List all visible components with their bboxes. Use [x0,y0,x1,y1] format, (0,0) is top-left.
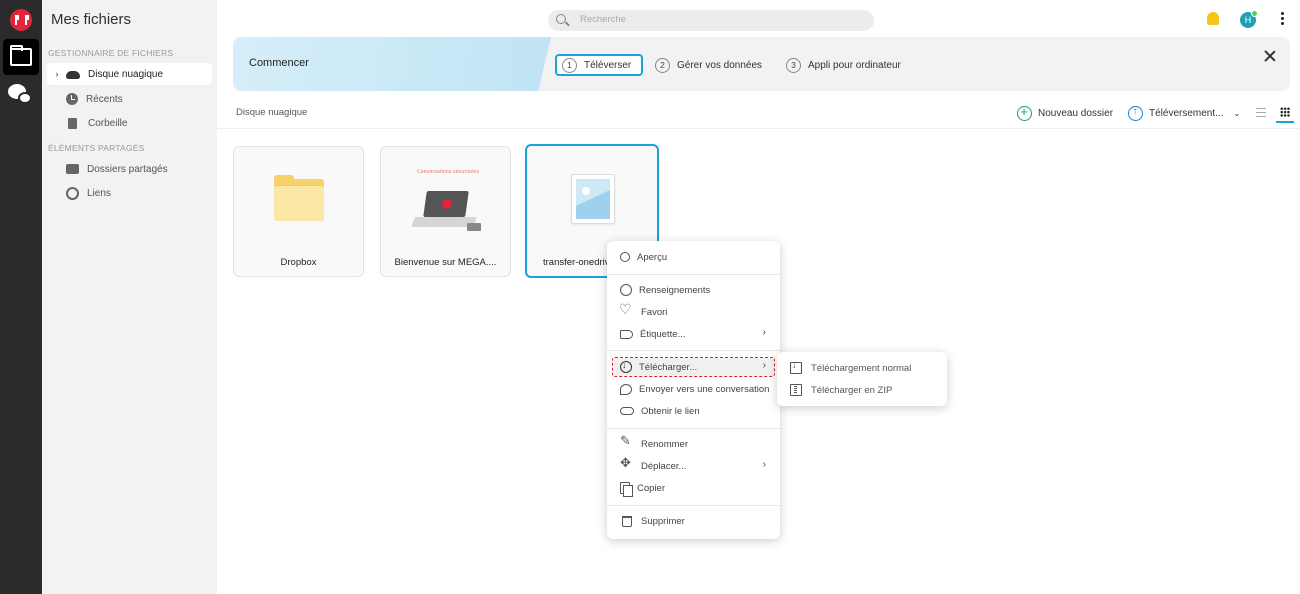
upload-arrow-icon [1128,105,1143,121]
left-rail [0,0,42,594]
chevron-right-icon: › [762,459,766,470]
chevron-right-icon: › [762,360,766,371]
menu-item-delete[interactable]: Supprimer [613,512,774,530]
sidebar-item-recents[interactable]: Récents [47,88,212,110]
file-card-welcome[interactable]: Conversations sécurisées Bienvenue sur M… [380,146,511,277]
sidebar-item-cloud-drive[interactable]: › Disque nuagique [47,63,212,85]
pencil-icon [620,433,634,451]
step-desktop-app[interactable]: 3 Appli pour ordinateur [786,54,901,76]
more-options-icon[interactable] [1281,12,1285,26]
menu-item-info[interactable]: Renseignements [613,281,774,299]
search-icon [556,14,566,24]
step-manage-data[interactable]: 2 Gérer vos données [655,54,762,76]
banner-title: Commencer [249,57,309,69]
shared-folder-icon [66,164,79,174]
sidebar-title: Mes fichiers [51,11,132,28]
image-file-icon [571,174,615,224]
link-icon [620,407,634,415]
sidebar: Mes fichiers GESTIONNAIRE DE FICHIERS › … [42,0,217,594]
menu-item-copy[interactable]: Copier [613,479,774,497]
close-icon[interactable] [1263,49,1277,63]
upload-button[interactable]: Téléversement... ⌄ [1128,104,1240,122]
app-window: Mes fichiers GESTIONNAIRE DE FICHIERS › … [0,0,1300,594]
heart-icon [619,301,634,319]
thumbnail-caption: Conversations sécurisées [417,169,480,175]
download-icon [620,360,632,373]
submenu-item-normal-download[interactable]: Téléchargement normal [785,359,911,377]
breadcrumb[interactable]: Disque nuagique [236,107,307,118]
submenu-item-zip-download[interactable]: Télécharger en ZIP [785,381,892,399]
avatar[interactable]: H [1240,10,1258,28]
link-icon [66,186,79,200]
chevron-down-icon: ⌄ [1233,108,1241,118]
clock-icon [66,93,78,105]
file-name: transfer-onedrive [543,257,615,268]
chat-nav-button[interactable] [8,84,34,106]
folder-icon [274,175,324,221]
info-icon [620,284,632,296]
divider [217,128,1300,129]
sidebar-item-label: Liens [87,187,111,199]
plus-circle-icon [1017,104,1032,121]
context-menu: Aperçu Renseignements Favori Étiquette..… [607,241,780,539]
folder-icon [10,45,32,66]
menu-item-move[interactable]: Déplacer... › [613,455,774,475]
menu-item-rename[interactable]: Renommer [613,433,774,453]
send-chat-icon [620,383,632,395]
chevron-right-icon[interactable]: › [52,69,62,79]
cloud-icon [66,71,80,79]
onboarding-banner: Commencer 1 Téléverser 2 Gérer vos donné… [233,37,1290,91]
menu-item-preview[interactable]: Aperçu [613,248,774,266]
step-label: Téléverser [584,59,632,71]
laptop-thumbnail: Conversations sécurisées [397,167,495,247]
step-label: Gérer vos données [677,59,763,71]
file-name: Bienvenue sur MEGA.... [394,257,497,268]
chevron-right-icon: › [762,327,766,338]
download-submenu: Téléchargement normal Télécharger en ZIP [777,352,947,406]
section-shared-items: ÉLÉMENTS PARTAGÉS [48,143,145,153]
step-label: Appli pour ordinateur [808,59,901,71]
sidebar-item-label: Récents [86,93,123,105]
search-placeholder: Recherche [580,14,626,25]
file-card-dropbox[interactable]: Dropbox [233,146,364,277]
files-nav-button[interactable] [3,39,39,75]
menu-item-label[interactable]: Étiquette... › [613,325,774,343]
copy-icon [620,482,633,497]
search-icon [620,252,630,262]
search-input[interactable]: Recherche [548,10,874,31]
file-name: Dropbox [280,257,317,268]
grid-view-icon[interactable] [1280,107,1290,117]
menu-item-get-link[interactable]: Obtenir le lien [613,402,774,420]
menu-item-download[interactable]: Télécharger... › [612,357,775,377]
list-view-icon[interactable] [1256,108,1266,117]
menu-item-favourite[interactable]: Favori [613,301,774,321]
notification-bell-icon[interactable] [1207,12,1219,25]
step-upload[interactable]: 1 Téléverser [555,54,644,76]
section-file-manager: GESTIONNAIRE DE FICHIERS [48,48,174,58]
move-icon [620,455,634,473]
menu-item-send-to-chat[interactable]: Envoyer vers une conversation [613,380,774,398]
zip-icon [790,384,802,396]
sidebar-item-label: Dossiers partagés [87,163,168,175]
sidebar-item-label: Disque nuagique [88,68,164,80]
download-file-icon [790,360,802,374]
mega-logo-icon[interactable] [10,9,32,31]
trash-icon [68,117,77,129]
new-folder-button[interactable]: Nouveau dossier [1017,104,1113,122]
sidebar-item-trash[interactable]: Corbeille [47,112,212,134]
trash-icon [622,515,632,527]
sidebar-item-shared-folders[interactable]: Dossiers partagés [47,158,212,180]
sidebar-item-links[interactable]: Liens [47,182,212,204]
sidebar-item-label: Corbeille [88,117,128,129]
tag-icon [620,329,633,339]
